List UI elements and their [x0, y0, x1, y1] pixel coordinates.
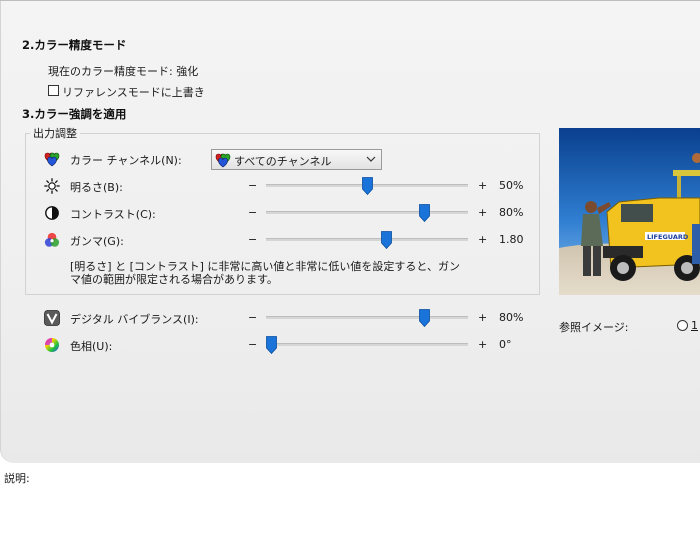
brightness-label: 明るさ(B): — [70, 181, 123, 194]
contrast-value: 80% — [499, 206, 524, 219]
hue-plus: + — [478, 338, 488, 351]
section-2-heading: 2.カラー精度モード — [22, 38, 127, 52]
brightness-slider-thumb[interactable] — [362, 177, 373, 195]
brightness-contrast-note: [明るさ] と [コントラスト] に非常に高い値と非常に低い値を設定すると、ガン… — [70, 260, 460, 286]
hue-wheel-icon — [45, 338, 59, 352]
gamma-label: ガンマ(G): — [70, 235, 124, 248]
rgb-hearts-icon — [44, 152, 60, 167]
gamma-plus: + — [478, 233, 488, 246]
brightness-value: 50% — [499, 179, 524, 192]
gamma-icon — [44, 232, 60, 247]
contrast-icon — [45, 206, 59, 220]
vibrance-plus: + — [478, 311, 488, 324]
note-line-2: マ値の範囲が限定される場合があります。 — [70, 273, 278, 286]
digital-vibrance-label: デジタル バイブランス(I): — [70, 313, 199, 326]
contrast-slider-thumb[interactable] — [419, 204, 430, 222]
contrast-plus: + — [478, 206, 488, 219]
vibrance-minus: − — [248, 311, 258, 324]
gamma-slider-track[interactable] — [266, 238, 468, 241]
description-label: 説明: — [4, 472, 30, 485]
gamma-value: 1.80 — [499, 233, 524, 246]
reference-photo-graphic: LIFEGUARD — [559, 128, 700, 295]
gamma-minus: − — [248, 233, 258, 246]
section-3-heading: 3.カラー強調を適用 — [22, 107, 127, 121]
color-channel-selected: すべてのチャンネル — [234, 155, 332, 168]
truck-banner-text: LIFEGUARD — [647, 233, 689, 241]
brightness-minus: − — [248, 179, 258, 192]
reference-image-1-radio[interactable] — [677, 320, 688, 331]
rgb-hearts-icon — [215, 153, 231, 168]
reference-image: LIFEGUARD — [559, 128, 700, 295]
override-reference-mode-checkbox[interactable] — [48, 85, 59, 96]
current-mode-value: 強化 — [176, 65, 199, 78]
vibrance-value: 80% — [499, 311, 524, 324]
chevron-down-icon — [366, 156, 376, 162]
contrast-minus: − — [248, 206, 258, 219]
hue-label: 色相(U): — [70, 340, 113, 353]
override-reference-mode-label[interactable]: リファレンスモードに上書き — [62, 84, 205, 100]
vibrance-slider-thumb[interactable] — [419, 309, 430, 327]
top-divider — [0, 0, 700, 1]
vibrance-icon — [44, 310, 60, 326]
vibrance-slider-track[interactable] — [266, 316, 468, 319]
sun-icon — [44, 178, 60, 194]
output-adjust-group-title: 出力調整 — [30, 125, 80, 141]
hue-slider-thumb[interactable] — [266, 336, 277, 354]
contrast-slider-track[interactable] — [266, 211, 468, 214]
color-channel-dropdown[interactable]: すべてのチャンネル — [211, 149, 382, 170]
hue-value: 0° — [499, 338, 512, 351]
brightness-plus: + — [478, 179, 488, 192]
color-channel-label: カラー チャンネル(N): — [70, 154, 182, 167]
hue-slider-track[interactable] — [266, 343, 468, 346]
note-line-1: [明るさ] と [コントラスト] に非常に高い値と非常に低い値を設定すると、ガン — [70, 260, 460, 273]
reference-image-label: 参照イメージ: — [559, 321, 629, 334]
hue-minus: − — [248, 338, 258, 351]
current-mode-label: 現在のカラー精度モード: — [48, 65, 173, 78]
gamma-slider-thumb[interactable] — [381, 231, 392, 249]
reference-image-1-label[interactable]: 1 — [691, 319, 698, 332]
contrast-label: コントラスト(C): — [70, 208, 156, 221]
current-mode-row: 現在のカラー精度モード: 強化 — [48, 63, 198, 79]
